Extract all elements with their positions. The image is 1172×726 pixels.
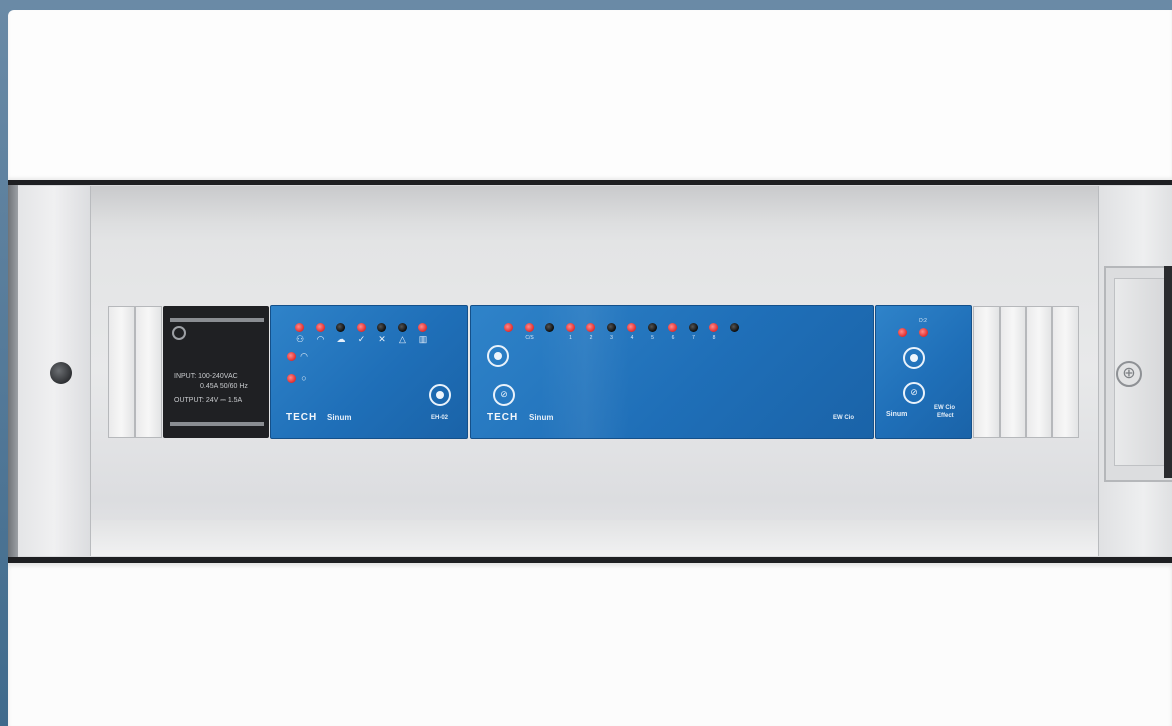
blank-cover — [1052, 306, 1079, 438]
blank-cover — [108, 306, 135, 438]
enclosure-top-cover — [8, 10, 1172, 180]
module2-channel-label: 7 — [692, 335, 695, 341]
psu-status-icon — [172, 326, 186, 340]
module3-led — [898, 328, 907, 337]
module2-channel-label: 8 — [712, 335, 716, 341]
psu-input-label: INPUT: 100-240VAC — [174, 373, 238, 380]
module2-status-led — [729, 323, 739, 332]
module1-model: EH-02 — [431, 415, 449, 421]
door-latch-edge — [1164, 266, 1172, 478]
blank-cover — [135, 306, 162, 438]
module2-status-led — [586, 323, 595, 332]
module3-label-2: D:2 — [919, 318, 927, 324]
module1-link-led — [287, 374, 296, 383]
module2-status-led — [688, 323, 698, 332]
module2-status-led — [504, 323, 513, 332]
cross-icon: ✕ — [378, 334, 386, 344]
wifi-icon: ◠ — [316, 334, 325, 344]
wifi-icon: ◠ — [300, 351, 308, 361]
module1-status-led — [418, 323, 427, 332]
module2-channel-label: 6 — [671, 335, 675, 341]
battery-icon: ▥ — [418, 334, 428, 344]
module3-product: Sinum — [886, 411, 908, 418]
module1-status-led — [295, 323, 304, 332]
left-screw-icon — [50, 362, 72, 384]
module2-pair-button-dot — [494, 352, 502, 360]
module2-channel-label: 5 — [651, 335, 654, 341]
cloud-icon: ☁ — [336, 334, 346, 344]
blank-cover — [1026, 306, 1052, 438]
module2-status-led — [627, 323, 636, 332]
psu-input-rating: 0.45A 50/60 Hz — [200, 383, 248, 390]
sinum-module-ew-cio-effect — [875, 305, 972, 439]
module3-pair-button-dot — [910, 354, 918, 362]
blank-cover — [1000, 306, 1026, 438]
module2-status-led — [545, 323, 554, 332]
module1-status-led — [356, 323, 366, 332]
module2-brand: TECH — [487, 412, 519, 423]
module2-status-led — [647, 323, 657, 332]
inner-shadow-top — [90, 186, 1098, 224]
module2-channel-label: 2 — [589, 335, 593, 341]
module2-model: EW Cio — [833, 415, 854, 421]
chain-link-icon: ⊘ — [500, 389, 508, 399]
module2-status-led — [606, 323, 616, 332]
module2-status-led — [709, 323, 718, 332]
inner-shadow-bottom — [90, 520, 1098, 556]
module1-status-led — [397, 323, 407, 332]
module3-model-line2: Effect — [937, 413, 954, 419]
module2-status-led — [565, 323, 575, 332]
psu-bottom-bar — [170, 422, 264, 426]
module1-status-led — [315, 323, 325, 332]
module2-product: Sinum — [529, 413, 554, 422]
right-screw-icon: ⊕ — [1116, 361, 1142, 387]
module2-status-led — [524, 323, 534, 332]
network-icon: ⚇ — [295, 334, 305, 344]
module1-wifi-led — [287, 352, 296, 361]
link-icon: ○ — [301, 373, 307, 383]
module2-status-led — [668, 323, 677, 332]
left-hinge — [8, 185, 18, 557]
module1-pair-button-dot — [436, 391, 444, 399]
module1-brand: TECH — [286, 412, 318, 423]
check-icon: ✓ — [357, 334, 366, 344]
module2-channel-label: 4 — [630, 335, 634, 341]
module2-channel-label: 1 — [569, 335, 572, 341]
warning-icon: △ — [399, 334, 406, 344]
chain-link-icon: ⊘ — [910, 387, 918, 397]
module2-channel-label: C/S — [525, 335, 534, 341]
psu-top-bar — [170, 318, 264, 322]
module1-status-led — [336, 323, 345, 332]
module3-model-line1: EW Cio — [934, 405, 955, 411]
module2-channel-label: 3 — [610, 335, 613, 341]
enclosure-bottom-cover — [8, 563, 1172, 726]
module3-led — [919, 328, 928, 337]
top-seal — [8, 180, 1172, 185]
module1-product: Sinum — [327, 413, 352, 422]
module1-status-led — [377, 323, 386, 332]
blank-cover — [973, 306, 1000, 438]
psu-output-label: OUTPUT: 24V ⎓ 1.5A — [174, 397, 243, 404]
